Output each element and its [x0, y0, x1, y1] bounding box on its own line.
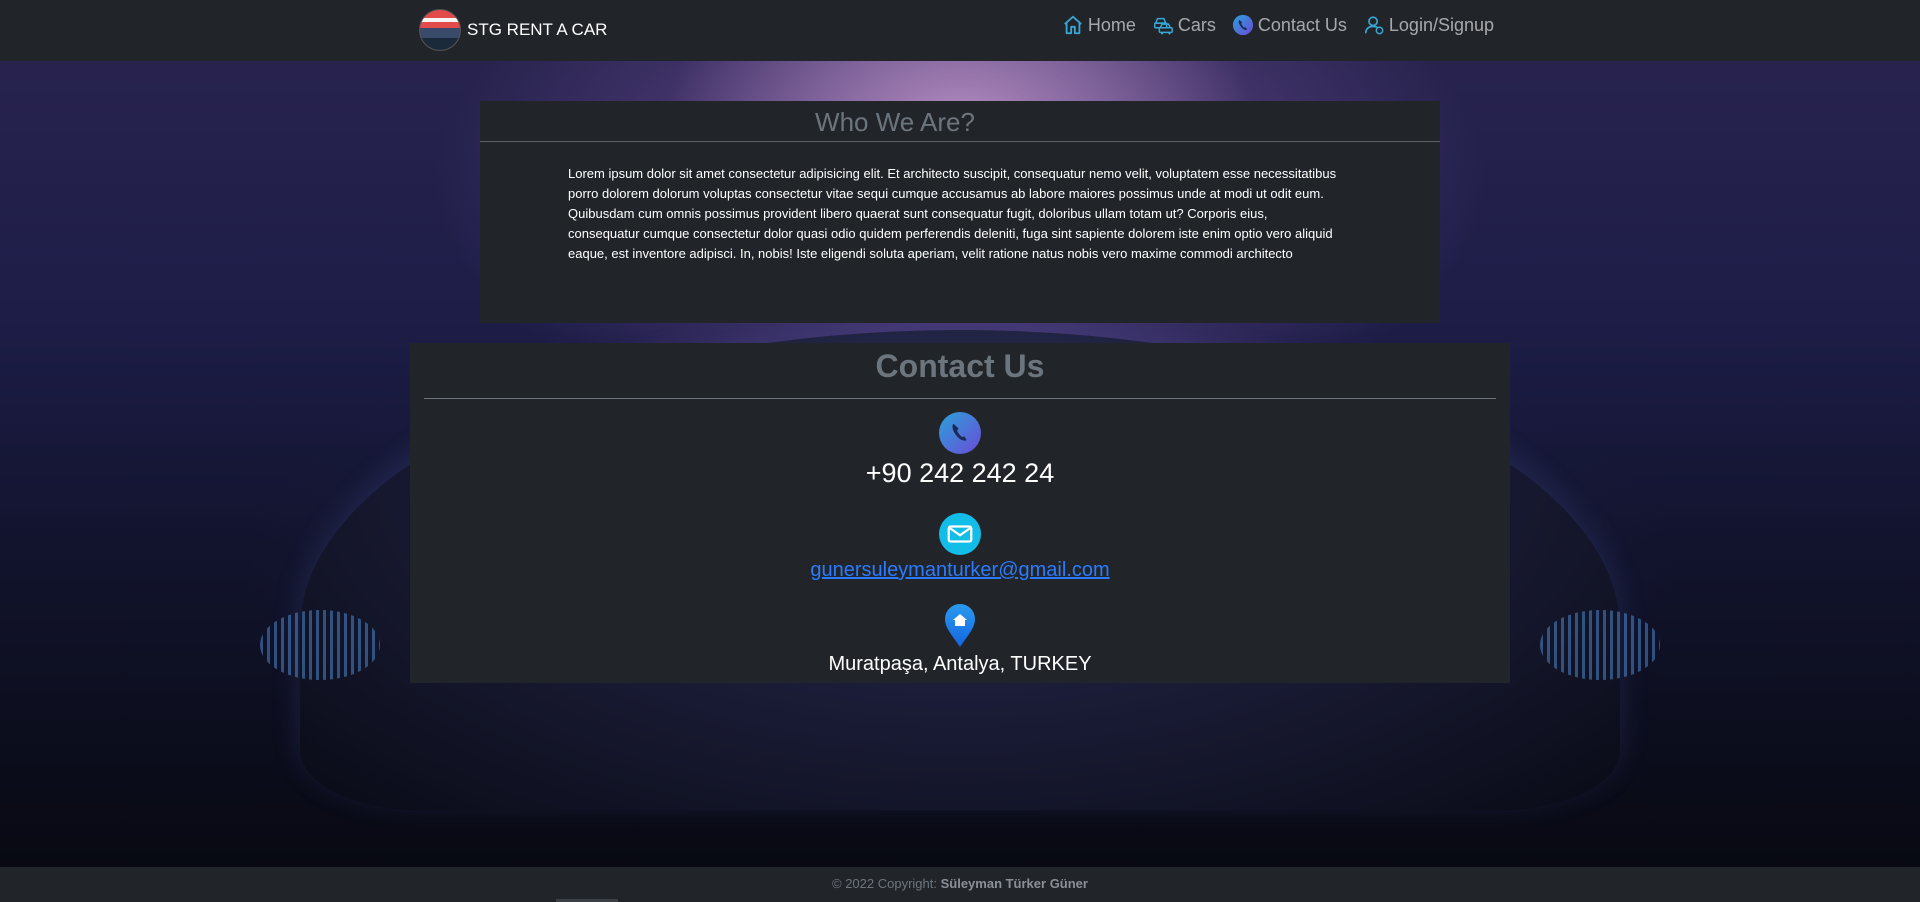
nav-contact[interactable]: Contact Us — [1232, 14, 1347, 36]
contact-phone: +90 242 242 24 — [410, 412, 1510, 489]
contact-address: Muratpaşa, Antalya, TURKEY — [410, 604, 1510, 676]
contact-divider — [424, 398, 1496, 399]
copyright-text: © 2022 Copyright: — [832, 876, 941, 891]
car-headlight-left — [260, 610, 380, 680]
contact-email: gunersuleymanturker@gmail.com — [410, 513, 1510, 582]
nav-links: Home Cars Contact Us Login/Signup — [1062, 14, 1494, 36]
location-pin-icon — [410, 604, 1510, 653]
nav-home-label: Home — [1087, 14, 1136, 35]
email-link[interactable]: gunersuleymanturker@gmail.com — [810, 559, 1109, 582]
nav-cars[interactable]: Cars — [1152, 14, 1216, 36]
who-title: Who We Are? — [815, 107, 975, 137]
contact-title: Contact Us — [875, 348, 1045, 384]
nav-cars-label: Cars — [1177, 14, 1216, 35]
car-headlight-right — [1540, 610, 1660, 680]
nav-contact-label: Contact Us — [1257, 14, 1347, 35]
brand-link[interactable]: STG RENT A CAR — [419, 8, 607, 52]
phone-icon — [1232, 14, 1253, 36]
who-divider — [480, 141, 1440, 142]
phone-number: +90 242 242 24 — [865, 458, 1055, 488]
contact-section: Contact Us +90 242 242 24 gunersuleymant… — [410, 343, 1510, 683]
home-icon — [1063, 15, 1082, 35]
nav-home[interactable]: Home — [1062, 14, 1136, 36]
address-text: Muratpaşa, Antalya, TURKEY — [828, 653, 1092, 675]
copyright-author: Süleyman Türker Güner — [940, 876, 1088, 891]
nav-login-label: Login/Signup — [1388, 14, 1494, 35]
navbar: STG RENT A CAR Home Cars Contact Us Logi… — [0, 0, 1920, 61]
cars-icon — [1153, 17, 1173, 35]
brand-logo — [419, 9, 461, 51]
who-description: Lorem ipsum dolor sit amet consectetur a… — [568, 166, 1337, 261]
nav-login[interactable]: Login/Signup — [1363, 14, 1494, 36]
user-icon — [1364, 16, 1384, 35]
who-we-are-section: Who We Are? Lorem ipsum dolor sit amet c… — [480, 101, 1440, 323]
mail-icon — [939, 513, 981, 555]
footer: © 2022 Copyright: Süleyman Türker Güner — [0, 867, 1920, 902]
phone-icon — [939, 412, 981, 454]
brand-name: STG RENT A CAR — [467, 20, 608, 39]
